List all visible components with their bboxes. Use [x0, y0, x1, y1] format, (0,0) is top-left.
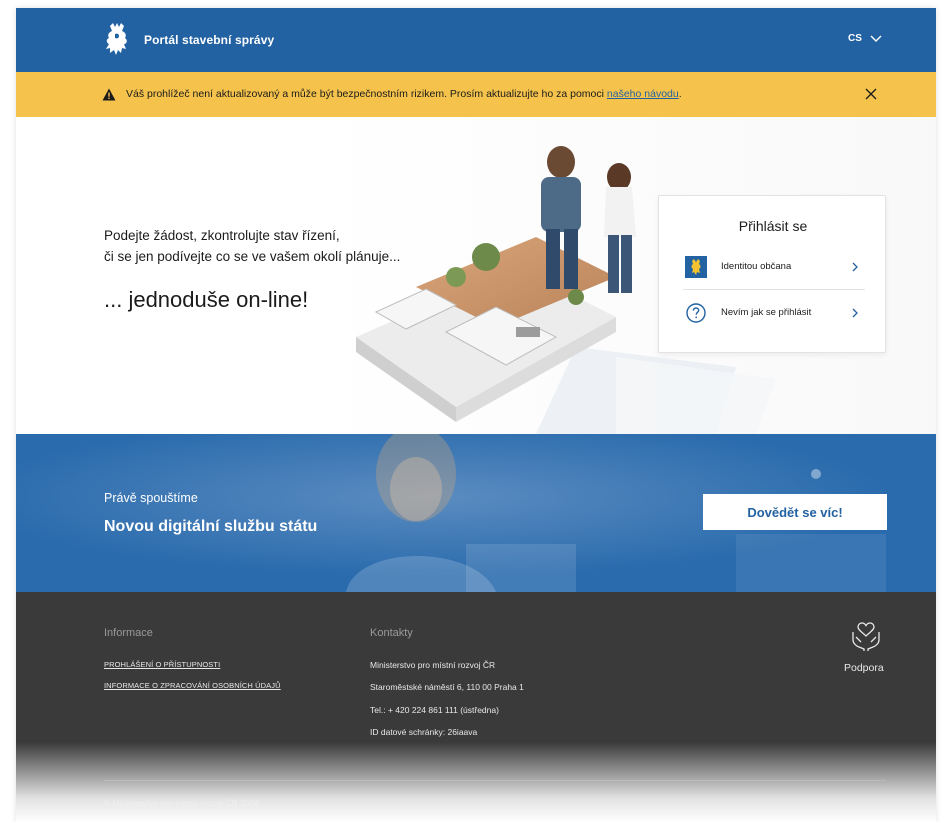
footer-info-heading: Informace: [104, 627, 153, 639]
lion-badge-icon: [685, 256, 707, 278]
promo-subtitle: Právě spouštíme: [104, 491, 198, 505]
hero-headline: ... jednoduše on-line!: [104, 287, 309, 312]
hero-section: Podejte žádost, zkontrolujte stav řízení…: [16, 117, 936, 434]
accessibility-statement-link[interactable]: PROHLÁŠENÍ O PŘÍSTUPNOSTI: [104, 660, 220, 669]
promo-section: Právě spouštíme Novou digitální službu s…: [16, 434, 936, 592]
question-circle-icon: [686, 303, 706, 323]
heart-hands-icon: [852, 622, 880, 651]
support-label: Podpora: [844, 662, 884, 674]
chevron-right-icon: [852, 262, 858, 272]
tagline-line-2: či se jen podívejte co se ve vašem okolí…: [104, 249, 401, 264]
personal-data-link[interactable]: INFORMACE O ZPRACOVÁNÍ OSOBNÍCH ÚDAJŮ: [104, 681, 281, 690]
warning-suffix: .: [678, 88, 682, 100]
site-header: Portál stavební správy CS: [16, 8, 936, 72]
warning-message: Váš prohlížeč není aktualizovaný a může …: [126, 88, 607, 100]
close-icon[interactable]: [864, 87, 878, 101]
login-help[interactable]: Nevím jak se přihlásit: [683, 296, 865, 332]
tagline-line-1: Podejte žádost, zkontrolujte stav řízení…: [104, 228, 340, 243]
brand-name[interactable]: Portál stavební správy: [144, 33, 274, 47]
footer-contacts-heading: Kontakty: [370, 627, 413, 639]
warning-text: Váš prohlížeč není aktualizovaný a může …: [126, 88, 682, 100]
chevron-down-icon: [870, 35, 882, 42]
option-label: Nevím jak se přihlásit: [721, 307, 812, 318]
option-label: Identitou občana: [721, 261, 792, 272]
login-citizen-identity[interactable]: Identitou občana: [683, 250, 865, 290]
page: Portál stavební správy CS Váš prohlížeč …: [16, 8, 936, 822]
language-code: CS: [848, 33, 862, 44]
czech-lion-logo[interactable]: [104, 22, 130, 56]
login-title: Přihlásit se: [738, 218, 808, 234]
promo-title: Novou digitální službu státu: [104, 518, 318, 535]
warning-icon: [102, 88, 116, 101]
site-footer: Informace PROHLÁŠENÍ O PŘÍSTUPNOSTI INFO…: [16, 592, 936, 822]
browser-warning-banner: Váš prohlížeč není aktualizovaný a může …: [16, 72, 936, 117]
learn-more-button[interactable]: Dovědět se víc!: [703, 494, 887, 530]
language-selector[interactable]: CS: [848, 33, 882, 44]
copyright: © Ministerstvo pro místní rozvoj ČR 2024: [104, 798, 260, 808]
guide-link[interactable]: našeho návodu: [607, 88, 679, 100]
contact-data-box: ID datové schránky: 26iaava: [370, 727, 478, 737]
hero-tagline: Podejte žádost, zkontrolujte stav řízení…: [104, 225, 400, 267]
contact-phone: Tel.: + 420 224 861 111 (ústředna): [370, 705, 499, 715]
footer-divider: [104, 780, 886, 781]
bottom-fade-overlay: [16, 742, 936, 822]
support-link[interactable]: Podpora: [836, 622, 896, 682]
login-card: Přihlásit se Identitou občana Nevím jak …: [658, 195, 886, 353]
contact-address: Staroměstské náměstí 6, 110 00 Praha 1: [370, 682, 524, 692]
contact-ministry: Ministerstvo pro místní rozvoj ČR: [370, 660, 496, 670]
chevron-right-icon: [852, 308, 858, 318]
